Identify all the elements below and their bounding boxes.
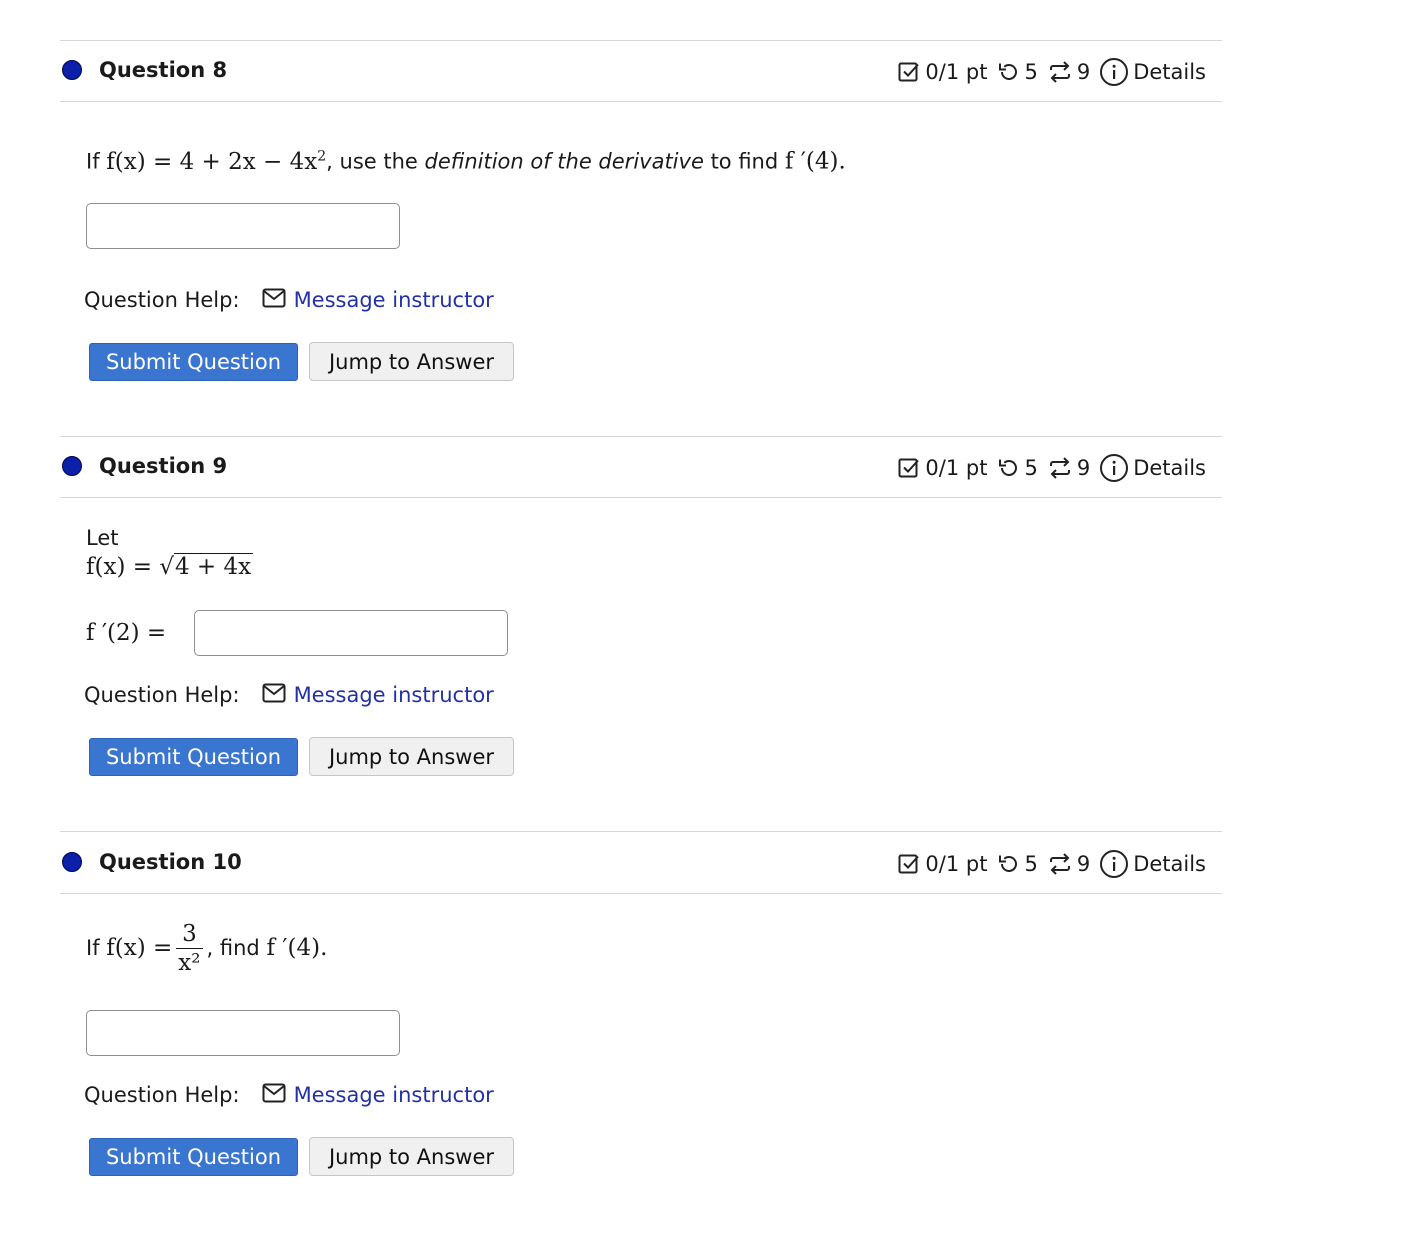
details-link[interactable]: Details	[1133, 57, 1206, 87]
question-9-header: Question 9 0/1 pt 5 9 Details	[60, 436, 1222, 496]
function-expression: f(x) = √4 + 4x	[86, 552, 254, 582]
help-label: Question Help:	[84, 683, 240, 707]
radical-sign-icon: √	[159, 554, 174, 580]
retry-icon	[996, 456, 1020, 480]
square-root: √4 + 4x	[159, 552, 254, 582]
jump-to-answer-button[interactable]: Jump to Answer	[309, 342, 514, 381]
message-instructor-link[interactable]: Message instructor	[294, 683, 494, 707]
submit-question-button[interactable]: Submit Question	[89, 738, 298, 776]
answer-input[interactable]	[86, 1010, 400, 1056]
info-icon[interactable]	[1099, 57, 1129, 87]
retry-icon	[996, 852, 1020, 876]
jump-to-answer-button[interactable]: Jump to Answer	[309, 737, 514, 776]
emphasis-text: definition of the derivative	[424, 149, 704, 174]
envelope-icon	[240, 683, 294, 708]
help-label: Question Help:	[84, 1083, 240, 1107]
radicand: 4 + 4x	[173, 553, 254, 580]
score-value: 0/1 pt	[925, 60, 988, 84]
score-value: 0/1 pt	[925, 456, 988, 480]
attempts-icon	[1047, 455, 1073, 481]
score-check-icon	[897, 456, 921, 480]
status-dot-icon	[62, 456, 82, 476]
help-label: Question Help:	[84, 288, 240, 312]
attempts-value: 9	[1076, 60, 1091, 84]
question-help: Question Help: Message instructor	[84, 1080, 494, 1110]
details-link[interactable]: Details	[1133, 453, 1206, 483]
attempts-icon	[1047, 851, 1073, 877]
retries-value: 5	[1024, 852, 1038, 876]
question-8-header: Question 8 0/1 pt 5 9 Details	[60, 40, 1222, 100]
envelope-icon	[240, 288, 294, 313]
attempts-icon	[1047, 59, 1073, 85]
score-value: 0/1 pt	[925, 852, 988, 876]
answer-input[interactable]	[86, 203, 400, 249]
question-10-header: Question 10 0/1 pt 5 9 Details	[60, 832, 1222, 892]
answer-input[interactable]	[194, 610, 508, 656]
derivative-target: f ′(4).	[266, 935, 328, 961]
question-meta: 0/1 pt 5 9 Details	[897, 453, 1206, 483]
divider	[60, 497, 1222, 498]
prompt-text: to find	[710, 149, 779, 174]
prompt-text: find	[219, 936, 260, 960]
fraction-denominator: x²	[178, 949, 201, 976]
status-dot-icon	[62, 852, 82, 872]
question-title: Question 10	[99, 850, 242, 874]
function-lhs: f(x) =	[106, 935, 173, 961]
exponent: 2	[317, 148, 327, 164]
submit-question-button[interactable]: Submit Question	[89, 1138, 298, 1176]
prompt-text: If	[86, 936, 100, 960]
fraction: 3 x²	[176, 921, 203, 976]
prompt-text: ,	[206, 936, 214, 960]
question-title: Question 8	[99, 58, 228, 82]
question-meta: 0/1 pt 5 9 Details	[897, 57, 1206, 87]
question-prompt: Let f(x) = √4 + 4x	[86, 523, 254, 582]
details-link[interactable]: Details	[1133, 849, 1206, 879]
question-prompt: If f(x) = 4 + 2x − 4x2, use the definiti…	[86, 141, 846, 177]
answer-label: f ′(2) =	[86, 620, 167, 646]
divider	[60, 893, 1222, 894]
attempts-value: 9	[1076, 456, 1091, 480]
retry-icon	[996, 60, 1020, 84]
retries-value: 5	[1024, 60, 1038, 84]
function-expression: f(x) = 4 + 2x − 4x2	[106, 148, 327, 175]
function-text: f(x) = 4 + 2x − 4x	[106, 148, 318, 175]
question-meta: 0/1 pt 5 9 Details	[897, 849, 1206, 879]
derivative-target: f ′(4).	[784, 148, 846, 175]
fraction-numerator: 3	[176, 921, 203, 949]
question-title: Question 9	[99, 454, 228, 478]
status-dot-icon	[62, 60, 82, 80]
divider	[60, 101, 1222, 102]
prompt-text: If	[86, 149, 100, 174]
prompt-text: , use the	[326, 149, 418, 174]
info-icon[interactable]	[1099, 849, 1129, 879]
info-icon[interactable]	[1099, 453, 1129, 483]
score-check-icon	[897, 60, 921, 84]
message-instructor-link[interactable]: Message instructor	[294, 288, 494, 312]
prompt-text: Let	[86, 526, 119, 550]
question-help: Question Help: Message instructor	[84, 285, 494, 315]
score-check-icon	[897, 852, 921, 876]
envelope-icon	[240, 1083, 294, 1108]
retries-value: 5	[1024, 456, 1038, 480]
message-instructor-link[interactable]: Message instructor	[294, 1083, 494, 1107]
jump-to-answer-button[interactable]: Jump to Answer	[309, 1137, 514, 1176]
question-prompt: If f(x) = 3 x² , find f ′(4).	[86, 916, 327, 980]
question-help: Question Help: Message instructor	[84, 680, 494, 710]
submit-question-button[interactable]: Submit Question	[89, 343, 298, 381]
function-lhs: f(x) =	[86, 554, 153, 580]
attempts-value: 9	[1076, 852, 1091, 876]
